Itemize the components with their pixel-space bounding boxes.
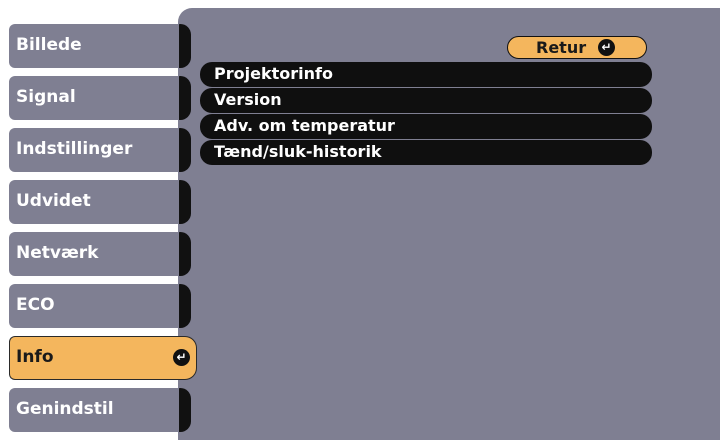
menu-item-label: Adv. om temperatur bbox=[214, 116, 395, 135]
tab-genindstil[interactable]: Genindstil bbox=[9, 388, 191, 432]
enter-icon: ↵ bbox=[598, 38, 615, 56]
return-button[interactable]: Retur ↵ bbox=[507, 36, 647, 59]
tab-netvaerk[interactable]: Netværk bbox=[9, 232, 191, 276]
menu-item-version[interactable]: Version bbox=[200, 88, 652, 113]
menu-item-label: Tænd/sluk-historik bbox=[214, 142, 382, 161]
tab-udvidet[interactable]: Udvidet bbox=[9, 180, 191, 224]
menu-item-projektorinfo[interactable]: Projektorinfo bbox=[200, 62, 652, 87]
tab-label: Billede bbox=[16, 35, 82, 55]
tab-eco[interactable]: ECO bbox=[9, 284, 191, 328]
tab-indstillinger[interactable]: Indstillinger bbox=[9, 128, 191, 172]
enter-icon: ↵ bbox=[173, 349, 190, 366]
tab-label: Indstillinger bbox=[16, 139, 133, 159]
tab-label: Netværk bbox=[16, 243, 99, 263]
menu-item-label: Projektorinfo bbox=[214, 64, 333, 83]
projector-menu-screen: Retur ↵ Projektorinfo Version Adv. om te… bbox=[0, 0, 727, 444]
tab-signal[interactable]: Signal bbox=[9, 76, 191, 120]
tab-billede[interactable]: Billede bbox=[9, 24, 191, 68]
tab-info[interactable]: Info ↵ bbox=[9, 336, 197, 380]
tab-label: Udvidet bbox=[16, 191, 91, 211]
tab-label: Signal bbox=[16, 87, 76, 107]
menu-item-power-history[interactable]: Tænd/sluk-historik bbox=[200, 140, 652, 165]
menu-item-temperature-warning[interactable]: Adv. om temperatur bbox=[200, 114, 652, 139]
return-label: Retur bbox=[536, 38, 587, 57]
tab-label: Genindstil bbox=[16, 399, 114, 419]
tab-label: Info bbox=[16, 347, 54, 367]
info-panel: Retur ↵ Projektorinfo Version Adv. om te… bbox=[178, 8, 720, 440]
tab-label: ECO bbox=[16, 295, 55, 315]
menu-item-label: Version bbox=[214, 90, 282, 109]
